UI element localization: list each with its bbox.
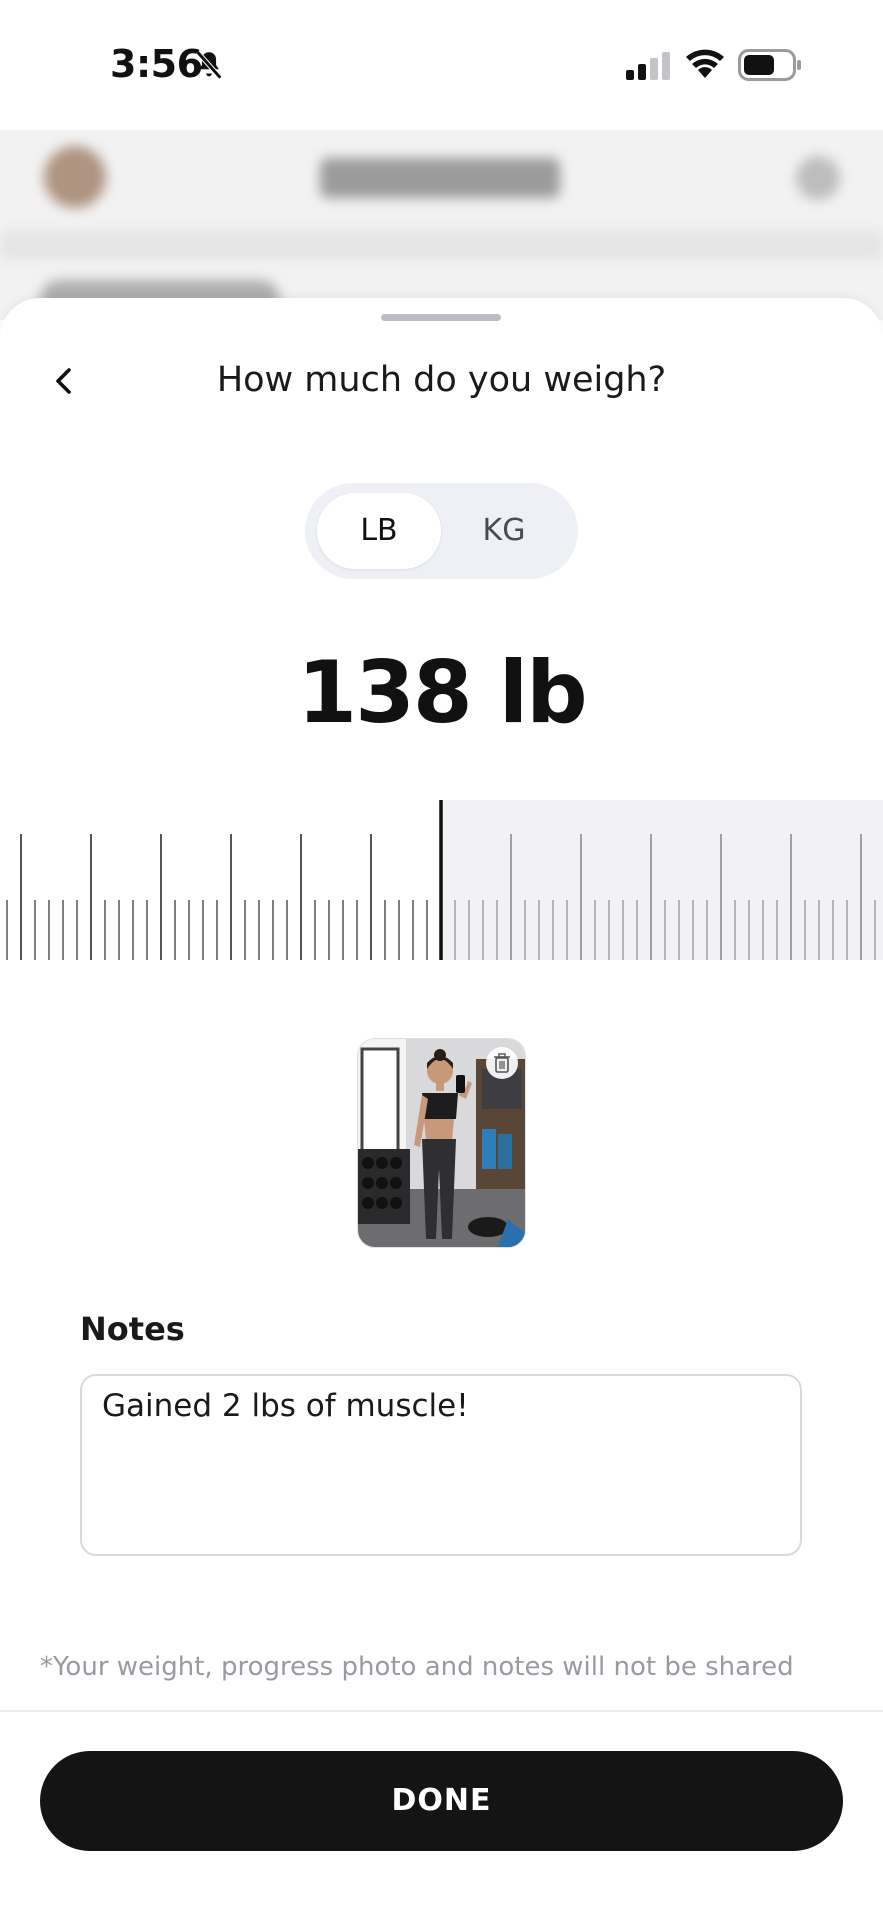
sheet-grabber[interactable] (381, 314, 501, 321)
unit-option-kg[interactable]: KG (442, 493, 566, 569)
unit-option-lb[interactable]: LB (317, 493, 441, 569)
delete-photo-button[interactable] (486, 1047, 518, 1079)
weight-ruler-slider[interactable] (0, 800, 883, 960)
notes-field[interactable]: Gained 2 lbs of muscle! (80, 1374, 802, 1556)
backdrop (0, 130, 883, 320)
footer-divider (0, 1710, 883, 1712)
ruler-track (441, 800, 883, 960)
unit-toggle: LB KG (305, 483, 578, 579)
done-button[interactable]: DONE (40, 1751, 843, 1851)
notes-label: Notes (80, 1310, 185, 1348)
battery-icon (738, 49, 801, 81)
weight-sheet: How much do you weigh? LB KG 138 lb Note… (0, 298, 883, 1920)
trash-icon (494, 1053, 510, 1073)
status-bar: 3:56 (0, 0, 883, 130)
weight-readout: 138 lb (297, 643, 588, 743)
privacy-note: *Your weight, progress photo and notes w… (40, 1652, 794, 1682)
wifi-icon (686, 49, 724, 78)
status-time: 3:56 (110, 42, 203, 86)
sheet-title: How much do you weigh? (216, 360, 667, 400)
bell-slash-icon (195, 50, 223, 80)
progress-photo[interactable] (357, 1038, 526, 1248)
cellular-signal-icon (626, 52, 670, 80)
